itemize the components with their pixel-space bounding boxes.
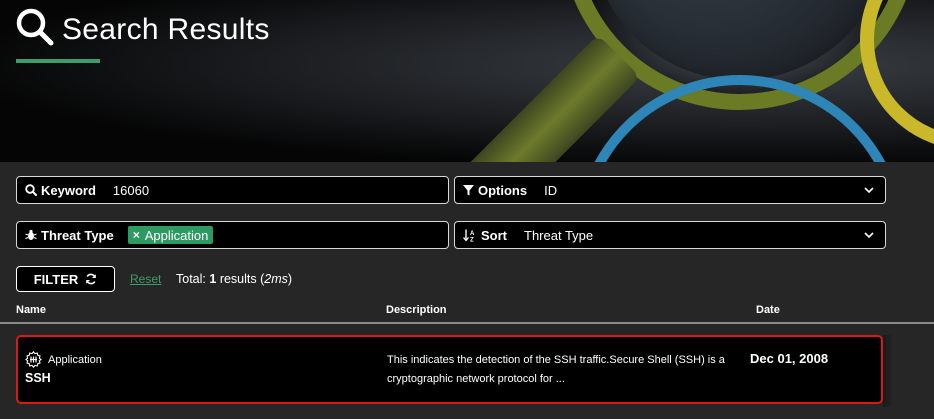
- bug-icon: [25, 229, 37, 240]
- table-header-divider: [0, 322, 934, 324]
- filter-button[interactable]: FILTER: [16, 266, 115, 292]
- reset-link[interactable]: Reset: [130, 272, 161, 286]
- chevron-down-icon[interactable]: [863, 184, 875, 196]
- column-header-description[interactable]: Description: [386, 304, 447, 316]
- threat-type-label-text: Threat Type: [41, 227, 114, 243]
- refresh-icon: [86, 273, 97, 285]
- search-icon: [16, 8, 54, 51]
- magnifier-ring-yellow: [860, 0, 934, 150]
- options-select[interactable]: Options ID: [454, 176, 886, 204]
- hero-banner: Search Results: [0, 0, 934, 162]
- total-suffix: results (: [219, 272, 265, 286]
- threat-type-field[interactable]: Threat Type × Application: [16, 221, 449, 249]
- sort-label: A Z Sort: [455, 228, 507, 243]
- search-icon: [25, 184, 37, 196]
- row-type-label: Application: [48, 353, 102, 366]
- chevron-down-icon[interactable]: [863, 229, 875, 241]
- remove-tag-icon[interactable]: ×: [133, 228, 140, 242]
- svg-text:Z: Z: [470, 237, 474, 242]
- threat-type-tag-label: Application: [144, 227, 209, 243]
- options-label-text: Options: [478, 182, 528, 198]
- keyword-field[interactable]: Keyword 16060: [16, 176, 449, 204]
- row-threat-type: Application: [25, 351, 102, 368]
- row-name[interactable]: SSH: [25, 371, 51, 385]
- title-underline: [16, 59, 100, 63]
- funnel-icon: [463, 184, 474, 195]
- keyword-label-text: Keyword: [41, 182, 96, 198]
- sort-az-icon: A Z: [463, 229, 475, 242]
- svg-text:A: A: [470, 231, 475, 237]
- keyword-label: Keyword: [17, 183, 96, 198]
- total-time: 2ms: [264, 272, 288, 286]
- options-value: ID: [544, 182, 558, 198]
- keyword-input[interactable]: 16060: [113, 183, 149, 198]
- row-description: This indicates the detection of the SSH …: [387, 354, 725, 385]
- row-date: Dec 01, 2008: [750, 351, 829, 366]
- column-header-name[interactable]: Name: [16, 304, 46, 316]
- options-label: Options: [455, 183, 527, 198]
- threat-type-label: Threat Type: [17, 228, 114, 243]
- threat-type-tag[interactable]: × Application: [127, 226, 214, 244]
- sort-value: Threat Type: [524, 227, 594, 243]
- total-close: ): [287, 272, 293, 286]
- table-row[interactable]: Application SSH This indicates the detec…: [16, 335, 883, 404]
- app-icon: [25, 351, 42, 368]
- filter-button-label: FILTER: [33, 271, 79, 287]
- column-header-date[interactable]: Date: [756, 304, 780, 316]
- page-title: Search Results: [16, 8, 270, 51]
- row-edge-shadow: [883, 335, 893, 407]
- total-count: 1: [209, 272, 217, 286]
- total-prefix: Total:: [176, 272, 206, 286]
- sort-select[interactable]: A Z Sort Threat Type: [454, 221, 886, 249]
- sort-label-text: Sort: [481, 227, 507, 243]
- page-title-text: Search Results: [62, 12, 270, 46]
- results-total: Total: 1 results (2ms): [176, 272, 292, 286]
